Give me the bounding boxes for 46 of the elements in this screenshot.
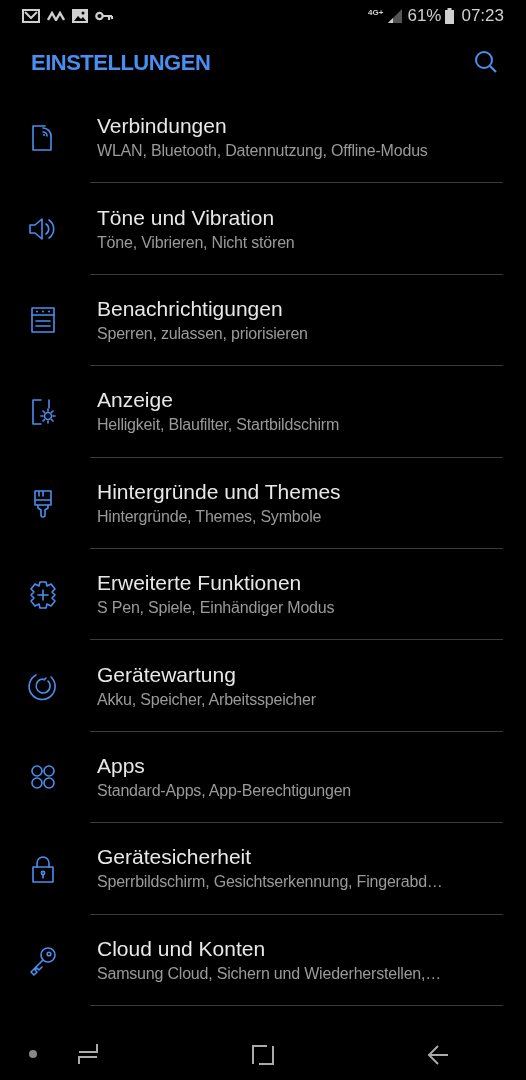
item-title: Gerätewartung xyxy=(97,661,237,688)
signal-icon xyxy=(387,9,404,23)
settings-item[interactable]: Benachrichtigungen Sperren, zulassen, priorisieren xyxy=(0,274,526,367)
wave-icon xyxy=(47,11,65,21)
search-icon[interactable] xyxy=(474,50,498,74)
item-subtitle: Samsung Cloud, Sichern und Wiederherstellen,… xyxy=(97,963,443,984)
item-subtitle: Standard-Apps, App-Berechtigungen xyxy=(97,780,353,801)
network-label: 4G+ xyxy=(368,9,384,17)
home-icon[interactable] xyxy=(252,1044,274,1066)
item-subtitle: Hintergründe, Themes, Symbole xyxy=(97,506,323,527)
item-title: Benachrichtigungen xyxy=(97,295,284,322)
settings-item[interactable]: Hintergründe und Themes Hintergründe, Themes, Symbole xyxy=(0,457,526,549)
item-subtitle: S Pen, Spiele, Einhändiger Modus xyxy=(97,598,336,619)
key-icon xyxy=(27,944,59,977)
item-subtitle: Sperrbildschirm, Gesichtserkennung, Fingerabd… xyxy=(97,872,444,893)
battery-icon xyxy=(445,8,455,24)
gear-plus-icon xyxy=(27,578,59,611)
recent-apps-icon[interactable] xyxy=(76,1043,99,1067)
settings-item[interactable]: Gerätewartung Akku, Speicher, Arbeitsspeicher xyxy=(0,640,526,732)
back-icon[interactable] xyxy=(427,1044,450,1066)
battery-percent: 61% xyxy=(407,5,442,28)
item-subtitle: Töne, Vibrieren, Nicht stören xyxy=(97,232,296,253)
settings-item[interactable]: Töne und Vibration Töne, Vibrieren, Nicht stören xyxy=(0,183,526,275)
settings-item[interactable]: Gerätesicherheit Sperrbildschirm, Gesichtserkennung, Fingerabd… xyxy=(0,823,526,915)
item-title: Apps xyxy=(97,752,146,779)
item-subtitle: Akku, Speicher, Arbeitsspeicher xyxy=(97,689,317,710)
item-subtitle: Sperren, zulassen, priorisieren xyxy=(97,323,309,344)
settings-item[interactable]: Cloud und Konten Samsung Cloud, Sichern und Wiederherstellen,… xyxy=(0,914,526,1006)
item-title: Erweiterte Funktionen xyxy=(97,570,303,597)
settings-item[interactable]: Apps Standard-Apps, App-Berechtigungen xyxy=(0,731,526,824)
item-title: Töne und Vibration xyxy=(97,204,276,231)
mail-icon xyxy=(22,9,40,23)
settings-item[interactable]: Anzeige Helligkeit, Blaufilter, Startbildschirm xyxy=(0,366,526,458)
item-title: Anzeige xyxy=(97,387,174,414)
page-title: EINSTELLUNGEN xyxy=(31,48,211,77)
settings-item[interactable]: Verbindungen WLAN, Bluetooth, Datennutzung, Offline-Modus xyxy=(0,92,526,184)
item-title: Cloud und Konten xyxy=(97,935,267,962)
image-icon xyxy=(72,9,88,23)
item-title: Hintergründe und Themes xyxy=(97,478,342,505)
clock: 07:23 xyxy=(461,5,504,28)
key-icon xyxy=(95,11,113,21)
item-title: Gerätesicherheit xyxy=(97,844,253,871)
item-subtitle: Helligkeit, Blaufilter, Startbildschirm xyxy=(97,415,341,436)
item-title: Verbindungen xyxy=(97,113,228,140)
item-subtitle: WLAN, Bluetooth, Datennutzung, Offline-Modus xyxy=(97,141,429,162)
settings-item[interactable]: Erweiterte Funktionen S Pen, Spiele, Einhändiger Modus xyxy=(0,548,526,641)
